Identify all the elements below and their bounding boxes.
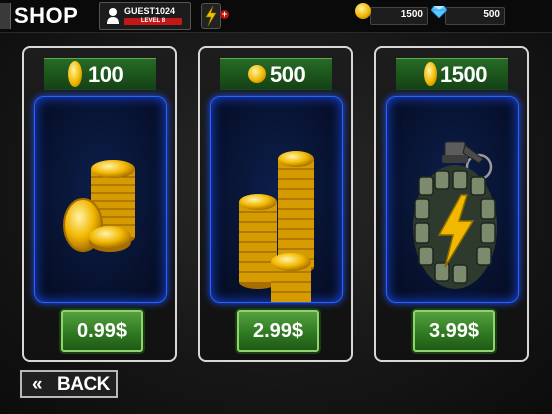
- grenade-icon: [413, 141, 497, 289]
- gem-balance-value: 500: [483, 9, 500, 20]
- coin-icon: [355, 3, 371, 19]
- level-label: LEVEL 8: [140, 18, 166, 24]
- offer-image-panel: [34, 96, 167, 303]
- page-title: SHOP: [14, 3, 79, 28]
- offer-amount-bar: 500: [220, 58, 332, 90]
- gem-balance: 500: [445, 7, 505, 25]
- coin-icon: [68, 61, 82, 87]
- price-label: 0.99$: [76, 320, 128, 342]
- coin-stacks-icon: [239, 151, 314, 302]
- username: GUEST1024: [124, 6, 176, 16]
- coin-icon: [424, 62, 437, 86]
- back-button-label: BACK: [57, 374, 110, 395]
- lightning-icon: [205, 5, 217, 27]
- offer-amount: 500: [270, 62, 306, 87]
- offer-image-panel: [386, 96, 519, 303]
- buy-button[interactable]: 0.99$: [61, 310, 143, 352]
- offer-card-3[interactable]: 1500 3.99$: [374, 46, 529, 362]
- buy-button[interactable]: 3.99$: [413, 310, 495, 352]
- gem-icon: [431, 6, 447, 18]
- offer-amount-bar: 100: [44, 58, 156, 90]
- energy-button[interactable]: [201, 3, 221, 29]
- offer-card-2[interactable]: 500 2.99$: [198, 46, 353, 362]
- energy-add-button[interactable]: +: [220, 10, 229, 19]
- back-button[interactable]: « BACK: [20, 370, 118, 398]
- top-bar: SHOP GUEST1024 LEVEL 8 + 1500 500: [0, 0, 552, 33]
- coin-balance-value: 1500: [400, 9, 423, 20]
- offer-image-panel: [210, 96, 343, 303]
- buy-button[interactable]: 2.99$: [237, 310, 319, 352]
- price-label: 2.99$: [252, 320, 304, 342]
- double-chevron-left-icon: «: [32, 374, 43, 395]
- offer-amount: 1500: [440, 62, 487, 87]
- coin-balance: 1500: [370, 7, 428, 25]
- offer-amount: 100: [88, 62, 124, 87]
- user-icon: [107, 8, 119, 24]
- level-bar: LEVEL 8: [124, 18, 182, 25]
- coins-pile-icon: [63, 160, 135, 252]
- offer-amount-bar: 1500: [396, 58, 508, 90]
- price-label: 3.99$: [428, 320, 480, 342]
- profile-panel[interactable]: GUEST1024 LEVEL 8: [99, 2, 191, 30]
- offer-card-1[interactable]: 100 0.99$: [22, 46, 177, 362]
- coin-icon: [248, 65, 266, 83]
